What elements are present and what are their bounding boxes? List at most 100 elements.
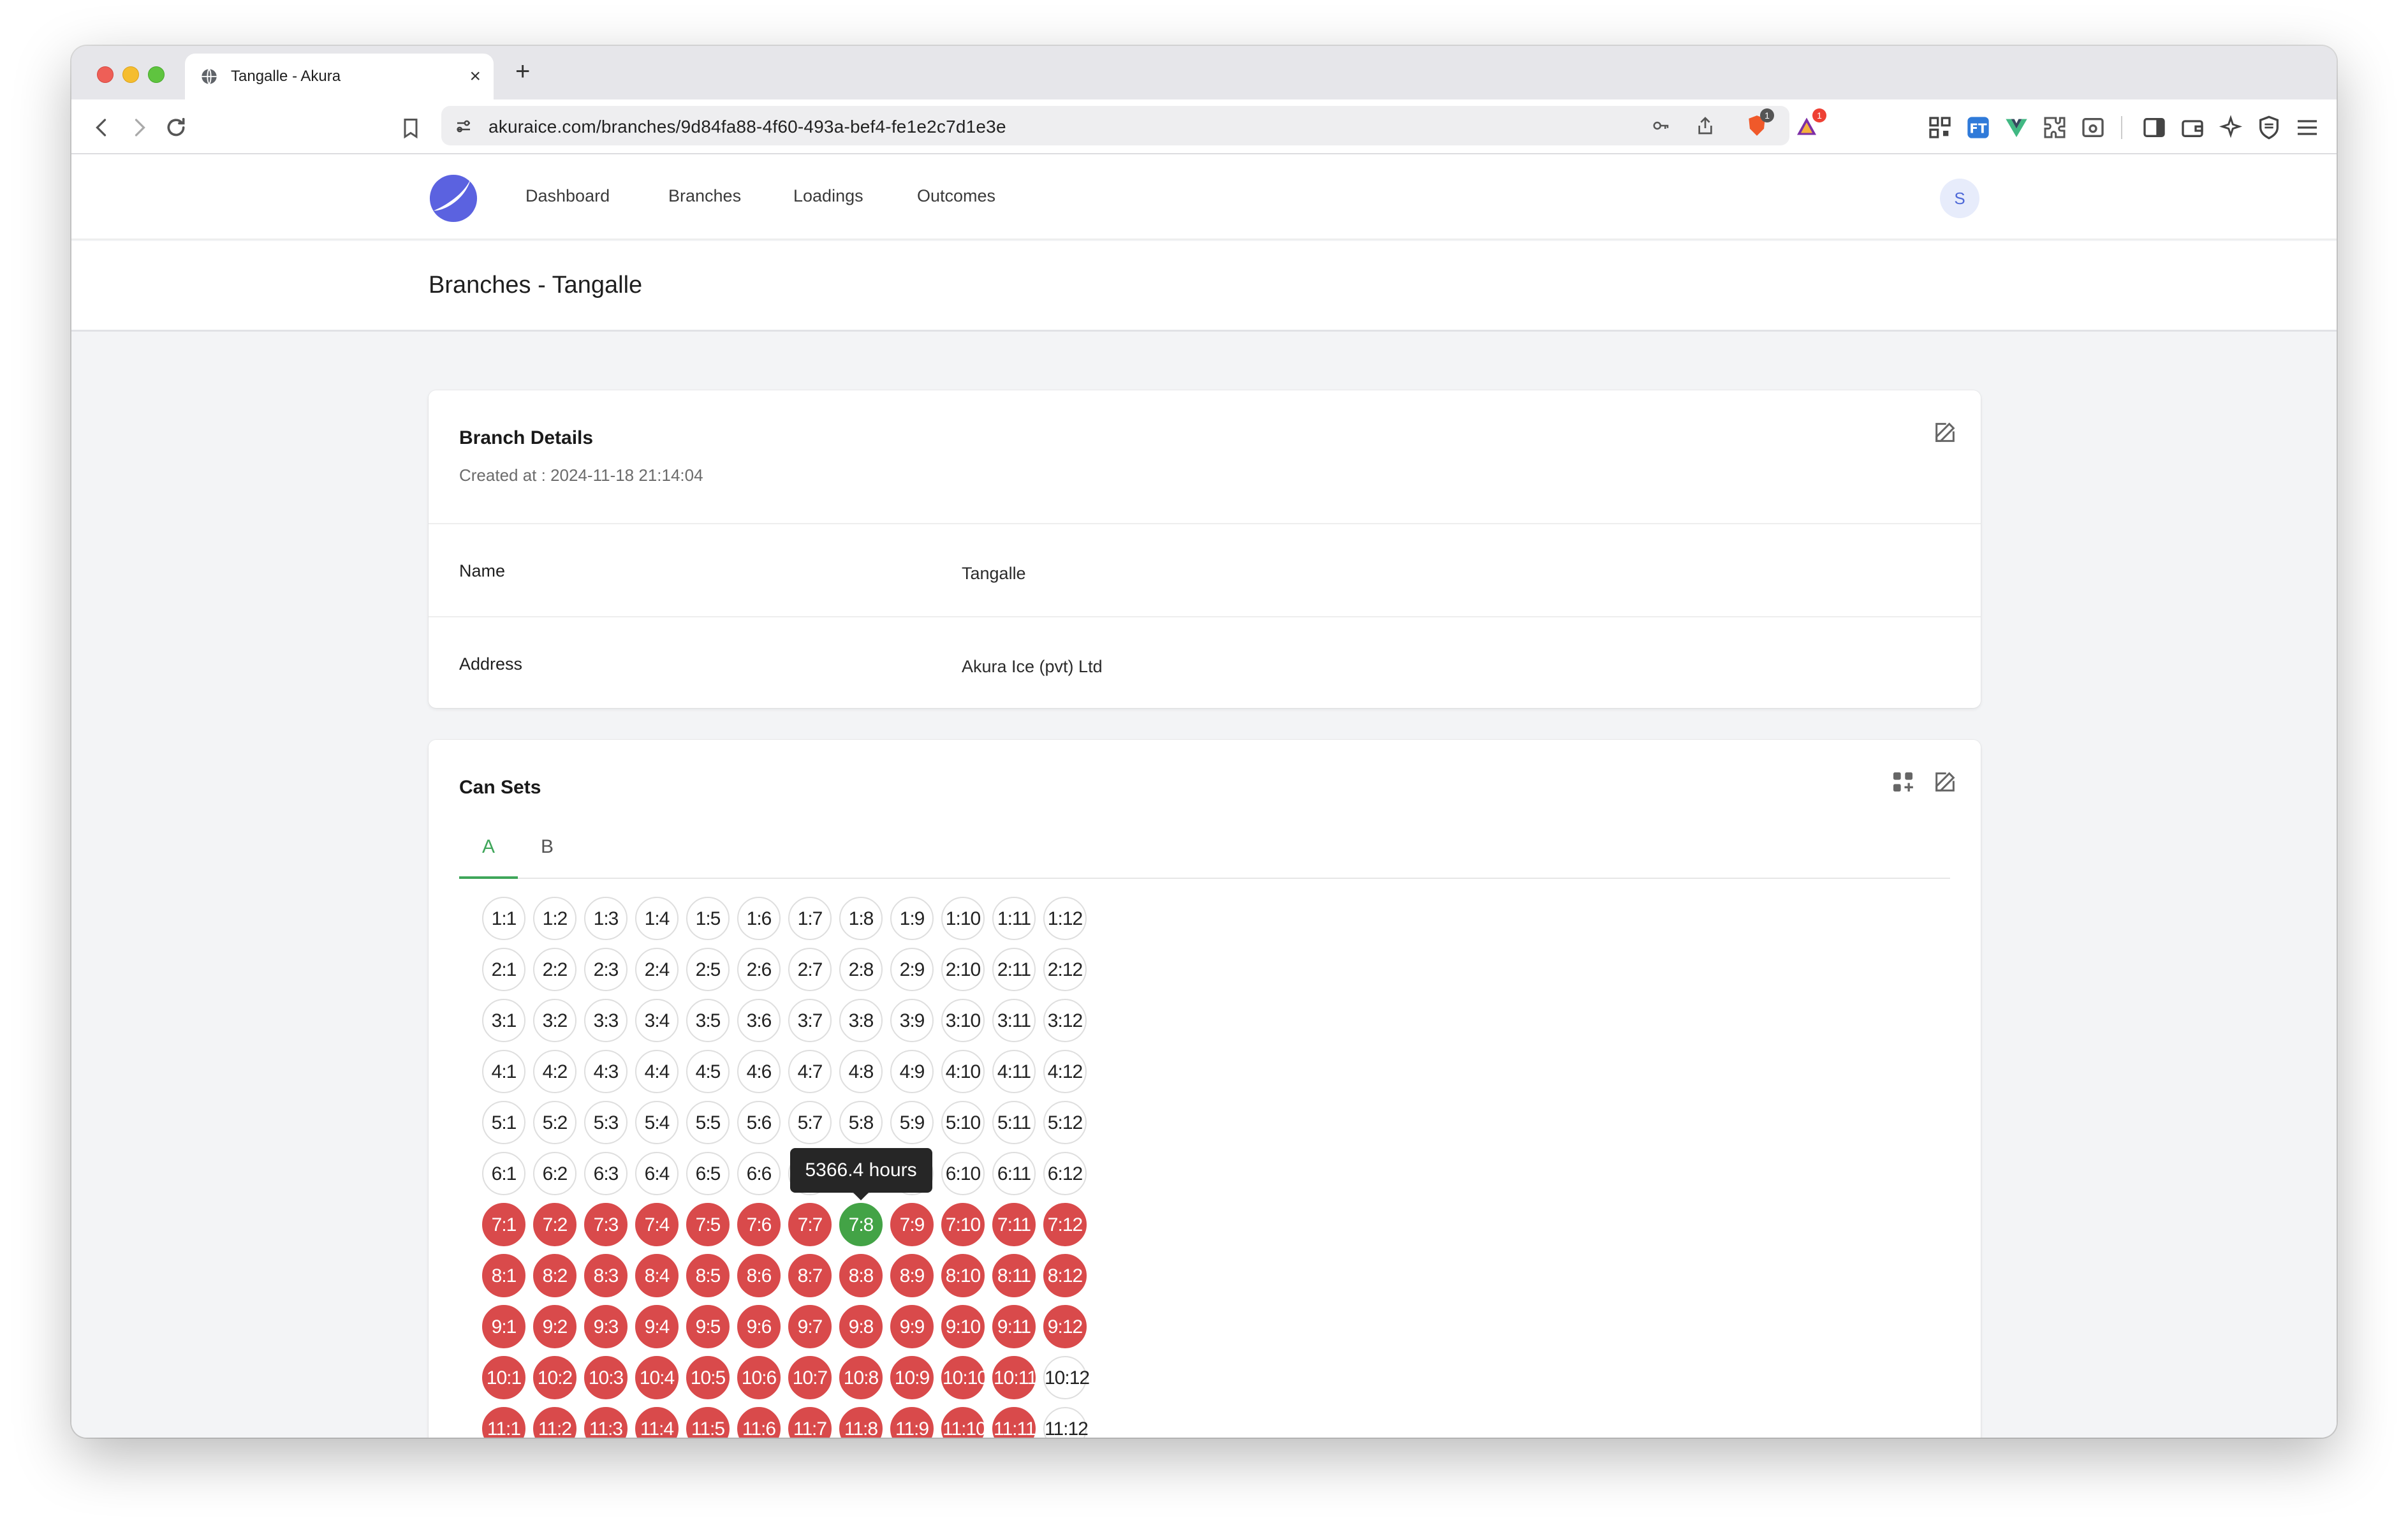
can-6-11[interactable]: 6:11 bbox=[992, 1152, 1036, 1195]
can-1-9[interactable]: 1:9 bbox=[890, 897, 934, 940]
can-4-9[interactable]: 4:9 bbox=[890, 1050, 934, 1093]
can-8-7[interactable]: 8:7 bbox=[788, 1254, 832, 1297]
can-9-12[interactable]: 9:12 bbox=[1043, 1305, 1087, 1348]
can-1-1[interactable]: 1:1 bbox=[482, 897, 525, 940]
can-10-10[interactable]: 10:10 bbox=[941, 1356, 988, 1399]
can-4-4[interactable]: 4:4 bbox=[635, 1050, 679, 1093]
can-10-3[interactable]: 10:3 bbox=[584, 1356, 628, 1399]
site-settings-icon[interactable] bbox=[454, 117, 473, 136]
can-3-6[interactable]: 3:6 bbox=[737, 999, 781, 1042]
minimize-window-button[interactable] bbox=[122, 66, 139, 83]
can-3-2[interactable]: 3:2 bbox=[533, 999, 576, 1042]
can-2-10[interactable]: 2:10 bbox=[941, 948, 985, 991]
can-7-1[interactable]: 7:1 bbox=[482, 1203, 525, 1246]
nav-loadings[interactable]: Loadings bbox=[793, 186, 863, 206]
can-9-1[interactable]: 9:1 bbox=[482, 1305, 525, 1348]
can-10-6[interactable]: 10:6 bbox=[737, 1356, 781, 1399]
can-11-1[interactable]: 11:1 bbox=[482, 1407, 525, 1438]
can-11-6[interactable]: 11:6 bbox=[737, 1407, 781, 1438]
can-5-2[interactable]: 5:2 bbox=[533, 1101, 576, 1144]
can-11-9[interactable]: 11:9 bbox=[890, 1407, 934, 1438]
can-9-8[interactable]: 9:8 bbox=[839, 1305, 883, 1348]
maximize-window-button[interactable] bbox=[148, 66, 165, 83]
can-11-5[interactable]: 11:5 bbox=[686, 1407, 730, 1438]
can-8-9[interactable]: 8:9 bbox=[890, 1254, 934, 1297]
can-5-9[interactable]: 5:9 bbox=[890, 1101, 934, 1144]
can-10-7[interactable]: 10:7 bbox=[788, 1356, 832, 1399]
can-9-4[interactable]: 9:4 bbox=[635, 1305, 679, 1348]
can-10-8[interactable]: 10:8 bbox=[839, 1356, 883, 1399]
can-2-12[interactable]: 2:12 bbox=[1043, 948, 1087, 991]
can-7-2[interactable]: 7:2 bbox=[533, 1203, 576, 1246]
close-window-button[interactable] bbox=[97, 66, 114, 83]
can-8-3[interactable]: 8:3 bbox=[584, 1254, 628, 1297]
leo-ai-icon[interactable] bbox=[2218, 115, 2243, 140]
new-tab-button[interactable]: + bbox=[515, 57, 530, 85]
can-2-8[interactable]: 2:8 bbox=[839, 948, 883, 991]
can-6-10[interactable]: 6:10 bbox=[941, 1152, 985, 1195]
edit-icon[interactable] bbox=[1932, 769, 1958, 795]
can-10-9[interactable]: 10:9 bbox=[890, 1356, 934, 1399]
user-avatar[interactable]: S bbox=[1940, 179, 1979, 218]
can-6-2[interactable]: 6:2 bbox=[533, 1152, 576, 1195]
can-3-1[interactable]: 3:1 bbox=[482, 999, 525, 1042]
can-10-4[interactable]: 10:4 bbox=[635, 1356, 679, 1399]
tab-search-icon[interactable] bbox=[2080, 115, 2106, 140]
can-9-3[interactable]: 9:3 bbox=[584, 1305, 628, 1348]
can-5-12[interactable]: 5:12 bbox=[1043, 1101, 1087, 1144]
can-4-11[interactable]: 4:11 bbox=[992, 1050, 1036, 1093]
can-6-4[interactable]: 6:4 bbox=[635, 1152, 679, 1195]
can-1-7[interactable]: 1:7 bbox=[788, 897, 832, 940]
sidebar-icon[interactable] bbox=[2141, 115, 2167, 140]
can-4-2[interactable]: 4:2 bbox=[533, 1050, 576, 1093]
can-4-1[interactable]: 4:1 bbox=[482, 1050, 525, 1093]
can-5-7[interactable]: 5:7 bbox=[788, 1101, 832, 1144]
can-7-12[interactable]: 7:12 bbox=[1043, 1203, 1087, 1246]
can-5-6[interactable]: 5:6 bbox=[737, 1101, 781, 1144]
can-7-3[interactable]: 7:3 bbox=[584, 1203, 628, 1246]
back-icon[interactable] bbox=[91, 116, 114, 139]
nav-branches[interactable]: Branches bbox=[668, 186, 741, 206]
extensions-icon[interactable] bbox=[2042, 115, 2067, 140]
can-3-8[interactable]: 3:8 bbox=[839, 999, 883, 1042]
can-7-4[interactable]: 7:4 bbox=[635, 1203, 679, 1246]
can-3-5[interactable]: 3:5 bbox=[686, 999, 730, 1042]
can-2-2[interactable]: 2:2 bbox=[533, 948, 576, 991]
can-7-9[interactable]: 7:9 bbox=[890, 1203, 934, 1246]
can-9-10[interactable]: 9:10 bbox=[941, 1305, 985, 1348]
can-6-6[interactable]: 6:6 bbox=[737, 1152, 781, 1195]
can-8-10[interactable]: 8:10 bbox=[941, 1254, 985, 1297]
vue-devtools-icon[interactable] bbox=[2004, 115, 2029, 140]
can-9-7[interactable]: 9:7 bbox=[788, 1305, 832, 1348]
can-5-11[interactable]: 5:11 bbox=[992, 1101, 1036, 1144]
can-10-5[interactable]: 10:5 bbox=[686, 1356, 730, 1399]
can-10-11[interactable]: 10:11 bbox=[992, 1356, 1038, 1399]
forward-icon[interactable] bbox=[128, 116, 150, 139]
can-2-3[interactable]: 2:3 bbox=[584, 948, 628, 991]
can-10-1[interactable]: 10:1 bbox=[482, 1356, 525, 1399]
can-7-5[interactable]: 7:5 bbox=[686, 1203, 730, 1246]
can-2-11[interactable]: 2:11 bbox=[992, 948, 1036, 991]
tab-b[interactable]: B bbox=[518, 825, 576, 879]
can-2-6[interactable]: 2:6 bbox=[737, 948, 781, 991]
can-1-11[interactable]: 1:11 bbox=[992, 897, 1036, 940]
can-1-6[interactable]: 1:6 bbox=[737, 897, 781, 940]
can-3-7[interactable]: 3:7 bbox=[788, 999, 832, 1042]
can-5-10[interactable]: 5:10 bbox=[941, 1101, 985, 1144]
can-7-8[interactable]: 7:8 bbox=[839, 1203, 883, 1246]
can-7-6[interactable]: 7:6 bbox=[737, 1203, 781, 1246]
can-1-12[interactable]: 1:12 bbox=[1043, 897, 1087, 940]
can-5-3[interactable]: 5:3 bbox=[584, 1101, 628, 1144]
can-8-6[interactable]: 8:6 bbox=[737, 1254, 781, 1297]
can-8-12[interactable]: 8:12 bbox=[1043, 1254, 1087, 1297]
can-10-12[interactable]: 10:12 bbox=[1043, 1356, 1090, 1399]
can-5-1[interactable]: 5:1 bbox=[482, 1101, 525, 1144]
can-3-11[interactable]: 3:11 bbox=[992, 999, 1036, 1042]
qr-extension-icon[interactable] bbox=[1927, 115, 1953, 140]
can-8-2[interactable]: 8:2 bbox=[533, 1254, 576, 1297]
akura-logo[interactable] bbox=[429, 173, 478, 223]
can-5-4[interactable]: 5:4 bbox=[635, 1101, 679, 1144]
can-4-5[interactable]: 4:5 bbox=[686, 1050, 730, 1093]
can-9-5[interactable]: 9:5 bbox=[686, 1305, 730, 1348]
can-1-3[interactable]: 1:3 bbox=[584, 897, 628, 940]
